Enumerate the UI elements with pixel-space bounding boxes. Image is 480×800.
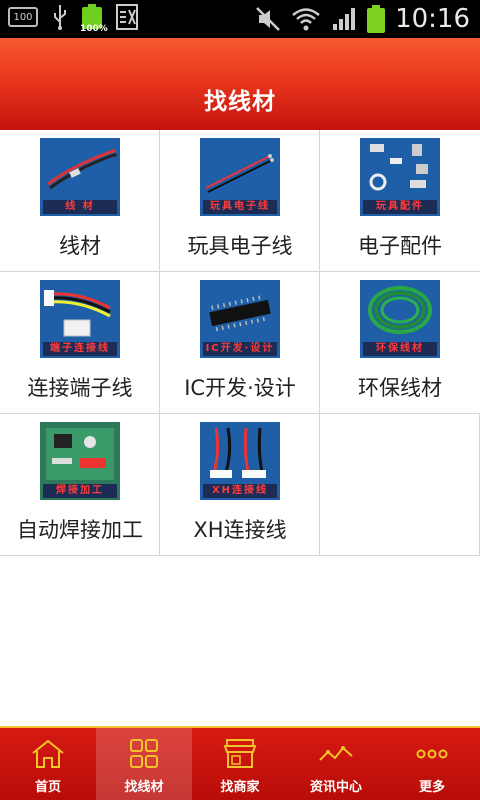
wifi-icon (292, 8, 320, 31)
clock: 10:16 (395, 4, 470, 34)
category-item-terminal-wire[interactable]: 端子连接线 连接端子线 (0, 272, 160, 413)
category-item-eco-wire[interactable]: 环保线材 环保线材 (320, 272, 480, 413)
notification-box-icon: 100 (8, 7, 38, 27)
more-icon (416, 749, 448, 759)
home-icon (32, 739, 64, 768)
parts-image: 玩具配件 (360, 138, 440, 216)
category-item-xh-wire[interactable]: XH连接线 XH连接线 (160, 414, 320, 555)
grid-row: 线 材 线材 玩具电子线 玩具电子线 玩具配件 电子配件 (0, 130, 480, 272)
category-label: XH连接线 (193, 518, 287, 542)
category-label: 环保线材 (358, 376, 442, 400)
terminal-wire-image: 端子连接线 (40, 280, 120, 358)
category-label: IC开发·设计 (184, 376, 296, 400)
toy-wire-image: 玩具电子线 (200, 138, 280, 216)
nav-find-wire[interactable]: 找线材 (96, 728, 192, 800)
pcb-image: 焊接加工 (40, 422, 120, 500)
nav-more[interactable]: 更多 (384, 728, 480, 800)
category-item-toy-wire[interactable]: 玩具电子线 玩具电子线 (160, 130, 320, 271)
mute-icon (256, 7, 280, 31)
title-bar: 找线材 (0, 38, 480, 130)
news-icon (319, 746, 353, 761)
battery-100-icon: 100% (80, 4, 108, 34)
grid-row: 端子连接线 连接端子线 IC开发·设计 IC开发·设计 环保线材 环保线材 (0, 272, 480, 414)
category-item-ic[interactable]: IC开发·设计 IC开发·设计 (160, 272, 320, 413)
category-grid: 线 材 线材 玩具电子线 玩具电子线 玩具配件 电子配件 端子连接线 连接端子线… (0, 130, 480, 556)
category-label: 连接端子线 (27, 376, 133, 400)
nav-news[interactable]: 资讯中心 (288, 728, 384, 800)
eco-wire-image: 环保线材 (360, 280, 440, 358)
screenshot-icon (116, 4, 138, 30)
page-title: 找线材 (204, 89, 276, 115)
battery-icon (367, 5, 386, 33)
status-bar: 100 100% 10:16 (0, 0, 480, 38)
wire-image: 线 材 (40, 138, 120, 216)
bottom-nav: 首页 找线材 找商家 资讯中心 更多 (0, 726, 480, 800)
category-label: 自动焊接加工 (17, 518, 143, 542)
category-label: 线材 (59, 234, 101, 258)
signal-icon (333, 8, 356, 30)
usb-icon (54, 5, 66, 30)
category-label: 玩具电子线 (187, 234, 293, 258)
category-item-welding[interactable]: 焊接加工 自动焊接加工 (0, 414, 160, 555)
nav-find-merchant[interactable]: 找商家 (192, 728, 288, 800)
store-icon (223, 739, 257, 768)
grid-icon (130, 739, 158, 768)
category-item-parts[interactable]: 玩具配件 电子配件 (320, 130, 480, 271)
category-label: 电子配件 (358, 234, 442, 258)
grid-row: 焊接加工 自动焊接加工 XH连接线 XH连接线 (0, 414, 480, 556)
nav-home[interactable]: 首页 (0, 728, 96, 800)
category-item-wire[interactable]: 线 材 线材 (0, 130, 160, 271)
ic-chip-image: IC开发·设计 (200, 280, 280, 358)
empty-cell (320, 414, 480, 555)
xh-wire-image: XH连接线 (200, 422, 280, 500)
